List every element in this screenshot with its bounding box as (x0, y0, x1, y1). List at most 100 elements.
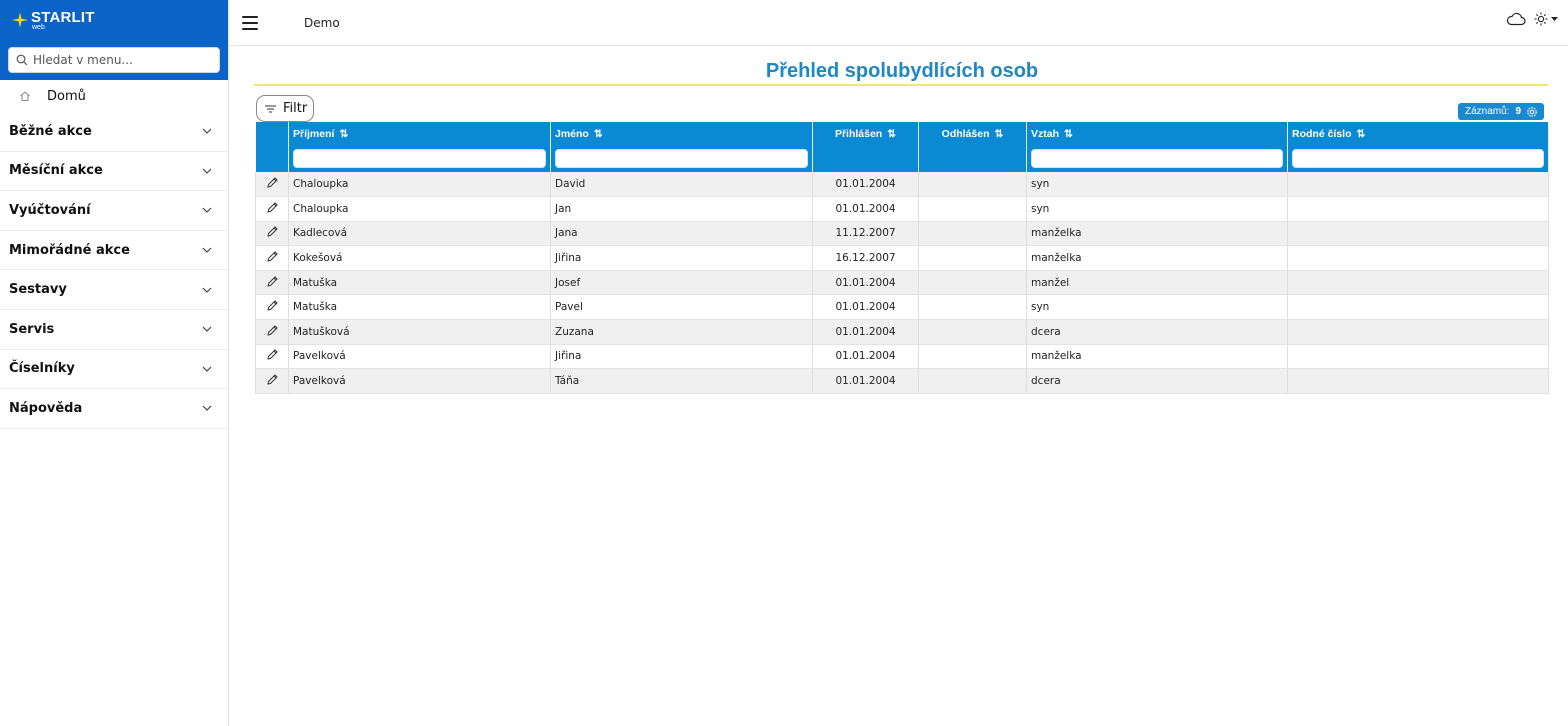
table-cell: dcera (1026, 368, 1288, 394)
sort-icon[interactable]: ⇅ (887, 128, 896, 140)
table-cell: Matuška (288, 270, 551, 296)
table-cell: Kokešová (288, 245, 551, 271)
table-cell: 01.01.2004 (812, 294, 919, 321)
table-row[interactable]: Matuška Pavel 01.01.2004 syn (255, 294, 1549, 321)
edit-button[interactable] (255, 344, 289, 370)
filter-button[interactable]: Filtr (256, 95, 314, 122)
pencil-icon (266, 275, 278, 287)
home-icon (20, 91, 30, 101)
sidebar-item-mimoradne-akce[interactable]: Mimořádné akce (0, 231, 228, 271)
table-cell: 16.12.2007 (812, 245, 919, 271)
sidebar-item-sestavy[interactable]: Sestavy (0, 270, 228, 310)
cloud-icon[interactable] (1506, 12, 1526, 26)
sidebar-item-label: Domů (47, 88, 86, 104)
table-row[interactable]: Chaloupka David 01.01.2004 syn (255, 172, 1549, 198)
table-cell (918, 245, 1027, 271)
main-content: Přehled spolubydlících osob Filtr Záznam… (254, 46, 1549, 394)
sidebar-item-label: Sestavy (9, 282, 67, 298)
table-cell: Jan (550, 196, 813, 222)
chevron-down-icon (202, 326, 212, 333)
edit-button[interactable] (255, 368, 289, 394)
sort-icon[interactable]: ⇅ (594, 128, 603, 140)
chevron-down-icon (202, 208, 212, 214)
edit-button[interactable] (255, 270, 289, 296)
search-icon (16, 54, 28, 66)
edit-button[interactable] (255, 294, 289, 321)
pencil-icon (266, 226, 278, 238)
filter-input-rodne-cislo[interactable] (1292, 149, 1544, 168)
sidebar-item-label: Běžné akce (9, 123, 92, 139)
table-cell: 01.01.2004 (812, 172, 919, 198)
sidebar-item-servis[interactable]: Servis (0, 310, 228, 350)
theme-toggle[interactable] (1534, 12, 1558, 26)
table-cell: syn (1026, 294, 1288, 321)
sidebar-item-label: Číselníky (9, 361, 75, 377)
edit-button[interactable] (255, 172, 289, 198)
column-header-rodne-cislo[interactable]: Rodné číslo ⇅ (1287, 122, 1549, 172)
chevron-down-icon (202, 366, 212, 372)
sort-icon[interactable]: ⇅ (339, 128, 348, 140)
sort-icon[interactable]: ⇅ (1064, 128, 1073, 140)
filter-input-vztah[interactable] (1031, 149, 1283, 168)
table-cell (918, 221, 1027, 247)
table-cell: 01.01.2004 (812, 196, 919, 222)
pencil-icon (266, 325, 278, 336)
sidebar-item-label: Servis (9, 321, 55, 337)
data-table: Příjmení ⇅ Jméno ⇅ Přihlášen ⇅ Odhlášen ⇅ Vz… (255, 122, 1549, 394)
sidebar-item-home[interactable]: Domů (0, 80, 228, 112)
app-logo[interactable]: STARLIT (12, 10, 95, 28)
sidebar-item-ciselniky[interactable]: Číselníky (0, 350, 228, 390)
table-cell: Jiřina (550, 344, 813, 370)
table-cell: Josef (550, 270, 813, 296)
table-cell: manžel (1026, 270, 1288, 296)
records-badge: Záznamů: 9 (1457, 103, 1544, 120)
menu-icon[interactable] (242, 15, 258, 30)
table-cell: manželka (1026, 344, 1288, 370)
sidebar-item-bezne-akce[interactable]: Běžné akce (0, 112, 228, 152)
edit-button[interactable] (255, 245, 289, 271)
filter-input-jmeno[interactable] (555, 149, 808, 168)
table-row[interactable]: Matuška Josef 01.01.2004 manžel (255, 270, 1549, 296)
pencil-icon (266, 349, 278, 361)
chevron-down-icon (202, 168, 212, 174)
column-header-odhlasen[interactable]: Odhlášen ⇅ (918, 122, 1027, 172)
menu-search-input[interactable] (33, 53, 208, 67)
filter-label: Filtr (283, 101, 308, 116)
table-cell (918, 196, 1027, 222)
column-header-prijmeni[interactable]: Příjmení ⇅ (288, 122, 551, 172)
table-row[interactable]: Chaloupka Jan 01.01.2004 syn (255, 196, 1549, 222)
table-cell: syn (1026, 172, 1288, 198)
pencil-icon (266, 300, 278, 311)
table-cell: 01.01.2004 (812, 344, 919, 370)
table-cell (918, 368, 1027, 394)
table-cell: dcera (1026, 319, 1288, 345)
sidebar-item-vyuctovani[interactable]: Vyúčtování (0, 191, 228, 231)
table-row[interactable]: Kokešová Jiřina 16.12.2007 manželka (255, 245, 1549, 271)
edit-button[interactable] (255, 319, 289, 345)
filter-input-prijmeni[interactable] (293, 149, 546, 168)
table-cell (1287, 221, 1549, 247)
edit-button[interactable] (255, 221, 289, 247)
sort-icon[interactable]: ⇅ (995, 128, 1004, 140)
table-cell: Jiřina (550, 245, 813, 271)
edit-button[interactable] (255, 196, 289, 222)
sidebar-item-label: Měsíční akce (9, 163, 103, 179)
table-cell (1287, 245, 1549, 271)
column-header-vztah[interactable]: Vztah ⇅ (1026, 122, 1288, 172)
sort-icon[interactable]: ⇅ (1357, 128, 1366, 140)
table-cell: Chaloupka (288, 172, 551, 198)
brand-header: STARLIT web (0, 0, 228, 80)
sidebar-item-mesicni-akce[interactable]: Měsíční akce (0, 152, 228, 192)
table-row[interactable]: Matušková Zuzana 01.01.2004 dcera (255, 319, 1549, 345)
gear-icon[interactable] (1526, 106, 1538, 118)
sidebar-item-napoveda[interactable]: Nápověda (0, 389, 228, 429)
table-row[interactable]: Kadlecová Jana 11.12.2007 manželka (255, 221, 1549, 247)
top-title: Demo (304, 15, 340, 30)
column-header-prihlasen[interactable]: Přihlášen ⇅ (812, 122, 919, 172)
table-cell: manželka (1026, 221, 1288, 247)
table-row[interactable]: Pavelková Táňa 01.01.2004 dcera (255, 368, 1549, 394)
table-cell: Pavelková (288, 368, 551, 394)
table-row[interactable]: Pavelková Jiřina 01.01.2004 manželka (255, 344, 1549, 370)
column-header-jmeno[interactable]: Jméno ⇅ (550, 122, 813, 172)
table-cell: Zuzana (550, 319, 813, 345)
